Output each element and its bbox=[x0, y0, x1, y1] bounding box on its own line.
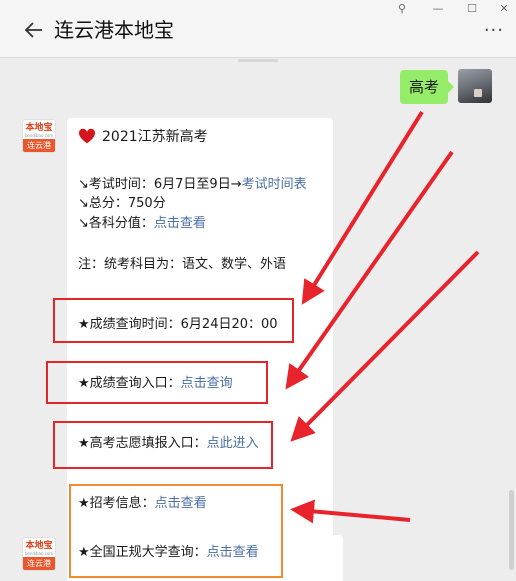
bot-avatar[interactable]: 本地宝 bendibao.com 连云港 bbox=[22, 537, 56, 571]
avatar-brand: 本地宝 bbox=[25, 123, 53, 133]
note-line: 注：统考科目为：语文、数学、外语 bbox=[78, 257, 287, 272]
avatar-brand: 本地宝 bbox=[25, 541, 53, 551]
university-line: ★全国正规大学查询：点击查看 bbox=[78, 545, 259, 560]
maximize-icon[interactable]: ☐ bbox=[462, 2, 482, 16]
message-heading: 2021江苏新高考 bbox=[78, 128, 208, 146]
enroll-info-link[interactable]: 点击查看 bbox=[155, 496, 207, 511]
subject-score-line: ↘各科分值：点击查看 bbox=[78, 216, 206, 231]
user-avatar[interactable] bbox=[458, 69, 492, 103]
result-query-link[interactable]: 点击查询 bbox=[181, 376, 233, 391]
university-link[interactable]: 点击查看 bbox=[207, 545, 259, 560]
exam-time-line: ↘考试时间：6月7日至9日→考试时间表 bbox=[78, 177, 307, 192]
close-icon[interactable]: ✕ bbox=[494, 2, 514, 16]
result-entry-line: ★成绩查询入口：点击查询 bbox=[78, 376, 233, 391]
back-arrow-icon[interactable] bbox=[22, 18, 46, 42]
avatar-city: 连云港 bbox=[23, 557, 55, 570]
heart-icon bbox=[78, 128, 96, 144]
minimize-icon[interactable]: — bbox=[428, 2, 448, 16]
divider bbox=[238, 59, 278, 62]
pin-icon[interactable]: ⚲ bbox=[392, 2, 412, 16]
outgoing-message[interactable]: 高考 bbox=[400, 70, 454, 104]
volunteer-line: ★高考志愿填报入口：点此进入 bbox=[78, 436, 259, 451]
exam-schedule-link[interactable]: 考试时间表 bbox=[242, 177, 307, 192]
chat-title: 连云港本地宝 bbox=[54, 18, 174, 42]
scrollbar[interactable] bbox=[509, 490, 514, 570]
total-score-line: ↘总分：750分 bbox=[78, 196, 166, 211]
enroll-info-line: ★招考信息：点击查看 bbox=[78, 496, 207, 511]
volunteer-link[interactable]: 点此进入 bbox=[207, 436, 259, 451]
bot-avatar[interactable]: 本地宝 bendibao.com 连云港 bbox=[22, 119, 56, 153]
more-options-icon[interactable]: ··· bbox=[484, 22, 504, 40]
subject-score-link[interactable]: 点击查看 bbox=[154, 216, 206, 231]
avatar-city: 连云港 bbox=[23, 139, 55, 152]
result-time-line: ★成绩查询时间：6月24日20：00 bbox=[78, 317, 278, 332]
title-bar: 连云港本地宝 ⚲ — ☐ ✕ ··· bbox=[0, 0, 516, 58]
